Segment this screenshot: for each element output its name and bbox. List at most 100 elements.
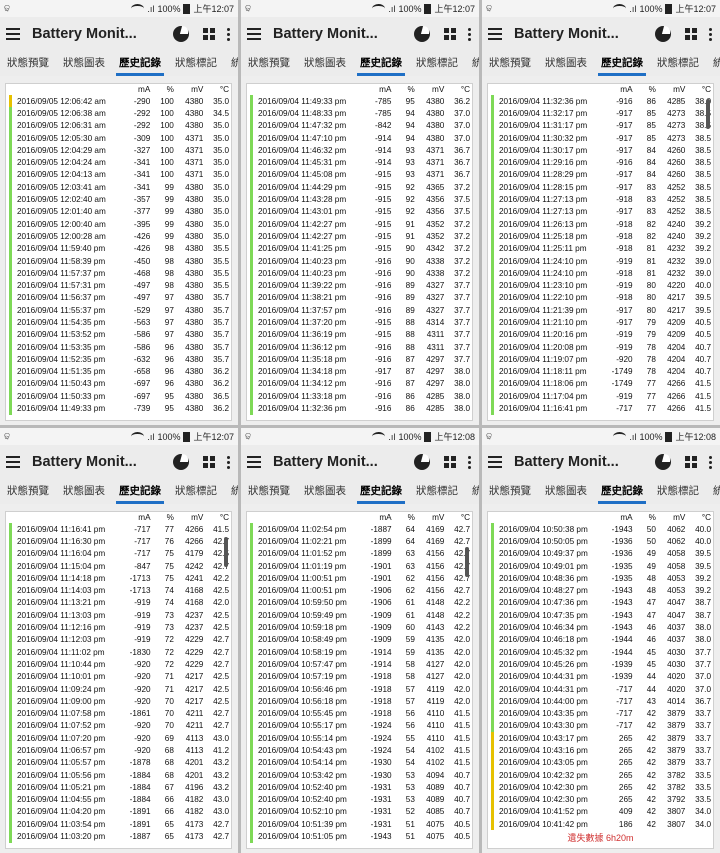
grid-view-icon[interactable] (444, 456, 456, 468)
tab-3[interactable]: 狀態標記 (409, 479, 465, 504)
tab-1[interactable]: 狀態圖表 (538, 51, 594, 76)
timestamp-cell: 2016/09/04 10:48:27 pm (490, 584, 605, 598)
tab-1[interactable]: 狀態圖表 (297, 479, 353, 504)
tab-2[interactable]: 歷史記錄 (594, 51, 650, 76)
value-cell: 89 (405, 293, 415, 303)
column-header: % (648, 85, 656, 94)
value-cell: 39.0 (695, 268, 711, 278)
value-cell: 4311 (426, 330, 445, 340)
value-cell: 91 (405, 219, 415, 229)
table-row: 2016/09/04 11:07:20 pm -920 69 4113 43.0 (8, 732, 231, 745)
more-options-icon[interactable] (709, 455, 712, 469)
timestamp-cell: 2016/09/04 11:16:41 pm (490, 402, 605, 416)
pie-chart-icon[interactable] (655, 26, 671, 42)
value-cell: 45 (646, 659, 656, 669)
more-options-icon[interactable] (227, 455, 230, 469)
value-cell: 41.2 (213, 745, 229, 755)
more-options-icon[interactable] (468, 27, 471, 41)
timestamp-cell: 2016/09/04 11:10:01 pm (8, 670, 123, 684)
notification-icon: ଢ (486, 431, 493, 441)
value-cell: 4380 (426, 133, 445, 143)
tab-4[interactable]: 統 (706, 479, 720, 504)
tab-2[interactable]: 歷史記錄 (594, 479, 650, 504)
more-options-icon[interactable] (709, 27, 712, 41)
value-cell: 4047 (667, 598, 686, 608)
pie-chart-icon[interactable] (655, 454, 671, 470)
tab-0[interactable]: 狀態預覽 (482, 51, 538, 76)
tab-2[interactable]: 歷史記錄 (353, 479, 409, 504)
tab-3[interactable]: 狀態標記 (168, 51, 224, 76)
value-cell: 56 (405, 721, 415, 731)
value-cell: -341 (133, 158, 151, 168)
timestamp-cell: 2016/09/04 10:54:14 pm (249, 756, 364, 770)
phone-screen: ଢ .ıl 100% 上午12:07 Battery Monit... 狀態預覽 狀態圖表歷… (0, 0, 238, 425)
hamburger-menu-icon[interactable] (247, 28, 261, 40)
hamburger-menu-icon[interactable] (247, 456, 261, 468)
table-row: 2016/09/04 11:00:51 pm -1901 62 4156 42.7 (249, 572, 472, 585)
more-options-icon[interactable] (468, 455, 471, 469)
hamburger-menu-icon[interactable] (6, 456, 20, 468)
tab-4[interactable]: 統 (224, 51, 238, 76)
value-cell: 41.5 (454, 721, 470, 731)
tab-3[interactable]: 狀態標記 (168, 479, 224, 504)
value-cell: 40.0 (695, 536, 711, 546)
pie-chart-icon[interactable] (173, 454, 189, 470)
grid-view-icon[interactable] (685, 456, 697, 468)
value-cell: 41.5 (454, 758, 470, 768)
tab-4[interactable]: 統 (465, 479, 479, 504)
tab-2[interactable]: 歷史記錄 (112, 51, 168, 76)
value-cell: 4252 (667, 195, 686, 205)
pie-chart-icon[interactable] (173, 26, 189, 42)
status-bar: ଢ .ıl 100% 上午12:07 (0, 428, 238, 445)
timestamp-cell: 2016/09/04 11:27:13 pm (490, 205, 605, 219)
value-cell: 4356 (426, 195, 445, 205)
tab-4[interactable]: 統 (465, 51, 479, 76)
tab-0[interactable]: 狀態預覽 (241, 51, 297, 76)
value-cell: 98 (164, 244, 174, 254)
tab-3[interactable]: 狀態標記 (409, 51, 465, 76)
scrollbar-thumb[interactable] (224, 537, 228, 567)
hamburger-menu-icon[interactable] (488, 456, 502, 468)
tab-3[interactable]: 狀態標記 (650, 51, 706, 76)
clock: 上午12:07 (675, 4, 716, 14)
tab-1[interactable]: 狀態圖表 (538, 479, 594, 504)
hamburger-menu-icon[interactable] (6, 28, 20, 40)
tab-3[interactable]: 狀態標記 (650, 479, 706, 504)
tab-4[interactable]: 統 (224, 479, 238, 504)
value-cell: -1901 (370, 573, 392, 583)
value-cell: 43.2 (213, 770, 229, 780)
value-cell: 70 (164, 721, 174, 731)
value-cell: 39.5 (695, 305, 711, 315)
pie-chart-icon[interactable] (414, 26, 430, 42)
hamburger-menu-icon[interactable] (488, 28, 502, 40)
value-cell: 4266 (185, 524, 204, 534)
grid-view-icon[interactable] (203, 456, 215, 468)
tab-1[interactable]: 狀態圖表 (56, 479, 112, 504)
value-cell: 4380 (185, 342, 204, 352)
timestamp-cell: 2016/09/04 11:04:55 pm (8, 793, 123, 807)
tab-2[interactable]: 歷史記錄 (112, 479, 168, 504)
tab-4[interactable]: 統 (706, 51, 720, 76)
scrollbar-thumb[interactable] (465, 547, 469, 577)
grid-view-icon[interactable] (685, 28, 697, 40)
grid-view-icon[interactable] (203, 28, 215, 40)
grid-view-icon[interactable] (444, 28, 456, 40)
timestamp-cell: 2016/09/04 10:53:42 pm (249, 768, 364, 782)
more-options-icon[interactable] (227, 27, 230, 41)
scrollbar-thumb[interactable] (706, 99, 710, 129)
tab-0[interactable]: 狀態預覽 (0, 51, 56, 76)
value-cell: -1931 (370, 807, 392, 817)
value-cell: 37.7 (454, 305, 470, 315)
value-cell: 43.0 (213, 807, 229, 817)
table-header-row: mA% mV °C (490, 84, 713, 95)
column-header: mA (620, 513, 633, 522)
tab-2[interactable]: 歷史記錄 (353, 51, 409, 76)
tab-1[interactable]: 狀態圖表 (297, 51, 353, 76)
pie-chart-icon[interactable] (414, 454, 430, 470)
tab-0[interactable]: 狀態預覽 (0, 479, 56, 504)
value-cell: 97 (164, 330, 174, 340)
tab-1[interactable]: 狀態圖表 (56, 51, 112, 76)
value-cell: 3782 (667, 770, 686, 780)
tab-0[interactable]: 狀態預覽 (241, 479, 297, 504)
tab-0[interactable]: 狀態預覽 (482, 479, 538, 504)
